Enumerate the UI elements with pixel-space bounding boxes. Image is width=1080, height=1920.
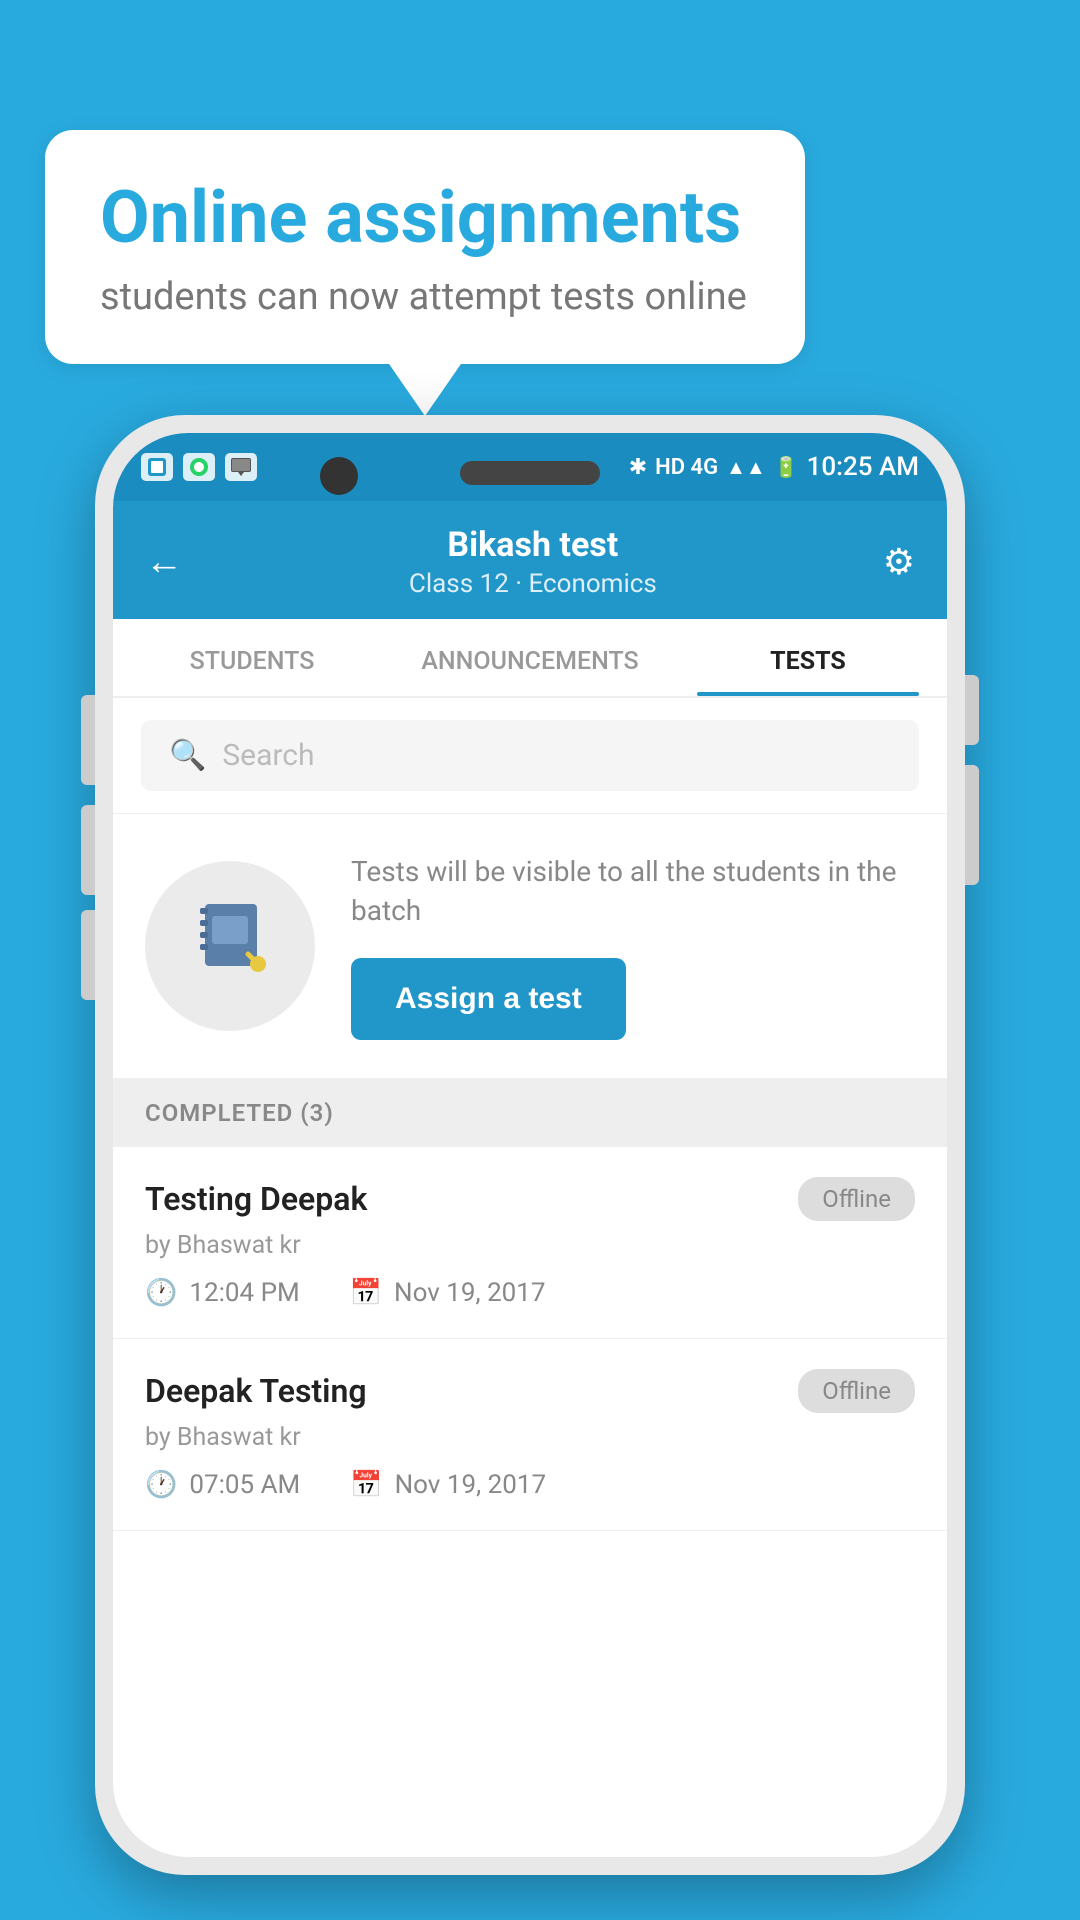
- completed-header: COMPLETED (3): [113, 1079, 947, 1147]
- phone-btn-vol-left1: [81, 695, 95, 785]
- test-item-header-2: Deepak Testing Offline: [145, 1369, 915, 1413]
- network-label: HD 4G: [655, 455, 718, 480]
- completed-label: COMPLETED (3): [145, 1099, 334, 1127]
- test-meta-2: 🕐 07:05 AM 📅 Nov 19, 2017: [145, 1470, 915, 1500]
- test-meta-1: 🕐 12:04 PM 📅 Nov 19, 2017: [145, 1278, 915, 1308]
- test-item-header: Testing Deepak Offline: [145, 1177, 915, 1221]
- tab-tests[interactable]: TESTS: [669, 619, 947, 696]
- tab-announcements-label: ANNOUNCEMENTS: [421, 647, 638, 676]
- class-subtitle: Class 12 · Economics: [409, 569, 657, 599]
- status-time: 10:25 AM: [807, 452, 919, 482]
- test-title-2: Deepak Testing: [145, 1372, 367, 1410]
- search-bar[interactable]: 🔍 Search: [141, 720, 919, 791]
- phone-btn-vol-left3: [81, 910, 95, 1000]
- phone-screen: ✱ HD 4G ▲▲ 🔋 10:25 AM ← Bikash test Clas…: [113, 433, 947, 1857]
- meta-date-2: 📅 Nov 19, 2017: [350, 1470, 546, 1500]
- phone-btn-power: [965, 675, 979, 745]
- app-icon-3: [225, 453, 257, 481]
- search-container: 🔍 Search: [113, 698, 947, 814]
- tab-students[interactable]: STUDENTS: [113, 619, 391, 696]
- search-placeholder: Search: [222, 738, 314, 773]
- status-right: ✱ HD 4G ▲▲ 🔋 10:25 AM: [629, 452, 919, 482]
- clock-icon-2: 🕐: [145, 1470, 177, 1500]
- battery-icon: 🔋: [774, 455, 799, 479]
- bubble-title: Online assignments: [100, 178, 750, 257]
- test-by-1: by Bhaswat kr: [145, 1231, 915, 1260]
- class-title: Bikash test: [409, 525, 657, 565]
- meta-time-1: 🕐 12:04 PM: [145, 1278, 300, 1308]
- test-date-1: Nov 19, 2017: [394, 1278, 545, 1308]
- offline-badge-2: Offline: [798, 1369, 915, 1413]
- speaker: [460, 461, 600, 485]
- test-by-2: by Bhaswat kr: [145, 1423, 915, 1452]
- bluetooth-icon: ✱: [629, 455, 647, 480]
- test-item-2[interactable]: Deepak Testing Offline by Bhaswat kr 🕐 0…: [113, 1339, 947, 1531]
- calendar-icon-2: 📅: [350, 1470, 382, 1500]
- app-icon-2: [183, 453, 215, 481]
- test-time-1: 12:04 PM: [189, 1278, 299, 1308]
- test-time-2: 07:05 AM: [189, 1470, 300, 1500]
- app-header-top: ← Bikash test Class 12 · Economics ⚙: [145, 525, 915, 619]
- notebook-icon: [190, 896, 270, 997]
- test-title-1: Testing Deepak: [145, 1180, 367, 1218]
- meta-date-1: 📅 Nov 19, 2017: [350, 1278, 546, 1308]
- test-date-2: Nov 19, 2017: [395, 1470, 546, 1500]
- signal-icon: ▲▲: [726, 455, 766, 480]
- tab-students-label: STUDENTS: [190, 647, 315, 676]
- phone-btn-vol-right: [965, 765, 979, 885]
- header-title-block: Bikash test Class 12 · Economics: [409, 525, 657, 599]
- calendar-icon-1: 📅: [350, 1278, 382, 1308]
- test-item[interactable]: Testing Deepak Offline by Bhaswat kr 🕐 1…: [113, 1147, 947, 1339]
- app-icon-1: [141, 453, 173, 481]
- assign-description: Tests will be visible to all the student…: [351, 852, 915, 930]
- clock-icon-1: 🕐: [145, 1278, 177, 1308]
- offline-badge-1: Offline: [798, 1177, 915, 1221]
- back-button[interactable]: ←: [145, 540, 183, 584]
- bubble-subtitle: students can now attempt tests online: [100, 275, 750, 319]
- assign-test-button[interactable]: Assign a test: [351, 958, 626, 1040]
- tab-tests-label: TESTS: [770, 647, 846, 676]
- search-icon: 🔍: [169, 738, 206, 773]
- phone-frame: ✱ HD 4G ▲▲ 🔋 10:25 AM ← Bikash test Clas…: [95, 415, 965, 1875]
- status-left-icons: [141, 453, 257, 481]
- tab-bar: STUDENTS ANNOUNCEMENTS TESTS: [113, 619, 947, 698]
- speech-bubble: Online assignments students can now atte…: [45, 130, 805, 364]
- app-header: ← Bikash test Class 12 · Economics ⚙: [113, 501, 947, 619]
- test-icon-circle: [145, 861, 315, 1031]
- phone-btn-vol-left2: [81, 805, 95, 895]
- assign-section: Tests will be visible to all the student…: [113, 814, 947, 1079]
- camera: [320, 457, 358, 495]
- meta-time-2: 🕐 07:05 AM: [145, 1470, 300, 1500]
- settings-button[interactable]: ⚙: [883, 541, 915, 583]
- tab-announcements[interactable]: ANNOUNCEMENTS: [391, 619, 669, 696]
- assign-right: Tests will be visible to all the student…: [351, 852, 915, 1040]
